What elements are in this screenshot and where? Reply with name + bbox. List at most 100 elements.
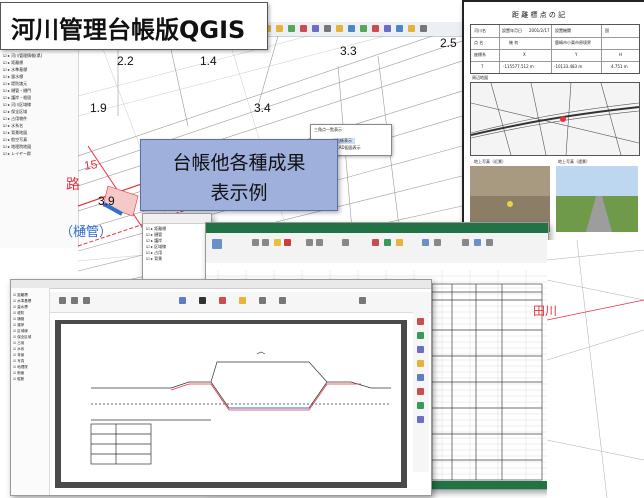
bold-icon[interactable]	[252, 239, 259, 246]
small-layer-tree: ☑ ▸ 距離標 ☑ ▸ 樋管 ☑ ▸ 護岸 ☑ ▸ 区域線 ☑ ▸ 占用 ☑ ▸…	[146, 226, 166, 262]
layer-item[interactable]: ☑ ▸ 保全区域	[3, 108, 42, 115]
organize-icon[interactable]	[417, 388, 424, 395]
map-edge-strip: 田川	[533, 240, 644, 498]
map-blue-text: （樋管）	[60, 225, 113, 240]
card-cell: 4.751 m	[611, 64, 628, 69]
layer-icon[interactable]	[312, 25, 319, 32]
filter-icon[interactable]	[384, 25, 391, 32]
location-map-image	[470, 82, 640, 156]
cad-titlebar	[11, 280, 431, 289]
card-table: 河川名 設置年月日 2001/2/17 設置機関 国 点 名 幾 何 鹿嶋市小栗…	[470, 24, 640, 74]
card-cell: 座標系	[474, 52, 486, 57]
sort-icon[interactable]	[474, 239, 481, 246]
cad-viewer-window: ☑ 距離標 ☑ 水準基標 ☑ 量水標 ☑ 堤防 ☑ 樋管 ☑ 護岸 ☑ 区域線 …	[10, 279, 432, 496]
callout-box: 台帳他各種成果 表示例	[140, 139, 338, 211]
card-cell: 設置機関	[555, 28, 571, 33]
map-label: 2.5	[440, 36, 457, 50]
map-label: 3.3	[340, 44, 357, 58]
layer-item[interactable]: ☑ ▸ 水準基標	[3, 66, 42, 73]
compress-icon[interactable]	[417, 402, 424, 409]
map-label: 15	[83, 157, 99, 173]
zoom-icon[interactable]	[179, 297, 186, 304]
map-label: 1.4	[200, 54, 217, 68]
font-color-icon[interactable]	[284, 239, 291, 246]
layer-item[interactable]: ☑ ▸ 河川区域線	[3, 101, 42, 108]
layer-item[interactable]: ☑ ▸ 量水標	[3, 73, 42, 80]
layer-item[interactable]: ☑ ▸ 河川管理情報(県)	[3, 52, 42, 59]
card-cell: 2001/2/17	[529, 28, 550, 33]
refresh-icon[interactable]	[396, 25, 403, 32]
print-icon[interactable]	[348, 25, 355, 32]
save-icon[interactable]	[71, 297, 78, 304]
map-label: 3.9	[98, 194, 115, 208]
layer-item[interactable]: ☑ ▸ 背景	[146, 256, 166, 262]
card-cell: 設置年月日	[502, 28, 522, 33]
sum-icon[interactable]	[462, 239, 469, 246]
rotate-icon[interactable]	[279, 297, 286, 304]
insert-icon[interactable]	[422, 239, 429, 246]
layer-item[interactable]: ☑ ▸ 背景地図	[3, 129, 42, 136]
context-menu-title: 三角点一覧表示	[314, 127, 342, 132]
search-icon[interactable]	[359, 297, 366, 304]
stamp-icon[interactable]	[239, 297, 246, 304]
text-tool-icon[interactable]	[219, 297, 226, 304]
help-icon[interactable]	[372, 25, 379, 32]
open-icon[interactable]	[59, 297, 66, 304]
card-cell: X	[523, 52, 526, 57]
title-box: 河川管理台帳版QGIS	[0, 2, 268, 50]
sign-icon[interactable]	[417, 416, 424, 423]
card-title: 距 離 標 点 の 記	[512, 11, 566, 19]
fill-color-icon[interactable]	[274, 239, 281, 246]
callout-line-2: 表示例	[210, 182, 268, 204]
layer-item[interactable]: ☑ ▸ 堤防諸元	[3, 80, 42, 87]
card-section-photo-far: 地上写真（遠景）	[558, 159, 590, 164]
label-icon[interactable]	[336, 25, 343, 32]
italic-icon[interactable]	[262, 239, 269, 246]
layer-item[interactable]: ☑ ▸ 距離標	[3, 59, 42, 66]
card-section-photo-near: 地上写真（近景）	[474, 159, 506, 164]
card-cell: Y	[575, 52, 578, 57]
cad-layer-tree: ☑ 距離標 ☑ 水準基標 ☑ 量水標 ☑ 堤防 ☑ 樋管 ☑ 護岸 ☑ 区域線 …	[13, 292, 31, 382]
export-icon[interactable]	[417, 332, 424, 339]
edit-icon[interactable]	[417, 346, 424, 353]
paste-icon[interactable]	[212, 239, 222, 249]
card-cell: -10133.483 m	[554, 64, 583, 69]
table-icon[interactable]	[324, 25, 331, 32]
layer-item[interactable]: ☑ ▸ 樋管・樋門	[3, 87, 42, 94]
plugin-icon[interactable]	[408, 25, 415, 32]
python-icon[interactable]	[420, 25, 427, 32]
table-format-icon[interactable]	[384, 239, 391, 246]
layer-item[interactable]: ☑ 縦断	[13, 376, 31, 382]
map-red-text: 路	[66, 177, 80, 193]
pointer-icon[interactable]	[199, 297, 206, 304]
find-icon[interactable]	[486, 239, 493, 246]
identify-icon[interactable]	[288, 25, 295, 32]
settings-icon[interactable]	[360, 25, 367, 32]
card-cell: 鹿嶋市小栗市原境界	[555, 40, 591, 45]
layer-item[interactable]: ☑ ▸ 航空写真	[3, 136, 42, 143]
card-cell: -115577.512 m	[503, 64, 534, 69]
layer-item[interactable]: ☑ ▸ 地理院地図	[3, 143, 42, 150]
conditional-format-icon[interactable]	[372, 239, 379, 246]
cell-style-icon[interactable]	[396, 239, 403, 246]
layers-panel: ☑ ▸ 河川管理情報(県) ☑ ▸ 距離標 ☑ ▸ 水準基標 ☑ ▸ 量水標 ☑…	[0, 48, 79, 248]
select-icon[interactable]	[276, 25, 283, 32]
card-section-location: 周辺地図	[472, 75, 488, 80]
delete-icon[interactable]	[434, 239, 441, 246]
protect-icon[interactable]	[417, 374, 424, 381]
measure-icon[interactable]	[300, 25, 307, 32]
layer-item[interactable]: ☑ ▸ レイヤー群	[3, 150, 42, 157]
print-icon[interactable]	[83, 297, 90, 304]
comment-icon[interactable]	[417, 318, 424, 325]
layer-item[interactable]: ☑ ▸ 水系名	[3, 122, 42, 129]
merge-icon[interactable]	[316, 239, 323, 246]
fit-page-icon[interactable]	[259, 297, 266, 304]
layer-item[interactable]: ☑ ▸ 占用物件	[3, 115, 42, 122]
number-format-icon[interactable]	[342, 239, 349, 246]
card-cell: 幾 何	[509, 40, 519, 45]
card-cell: 国	[605, 28, 609, 33]
callout-line-1: 台帳他各種成果	[172, 152, 306, 174]
align-icon[interactable]	[306, 239, 313, 246]
share-icon[interactable]	[417, 360, 424, 367]
layer-item[interactable]: ☑ ▸ 護岸・根固	[3, 94, 42, 101]
